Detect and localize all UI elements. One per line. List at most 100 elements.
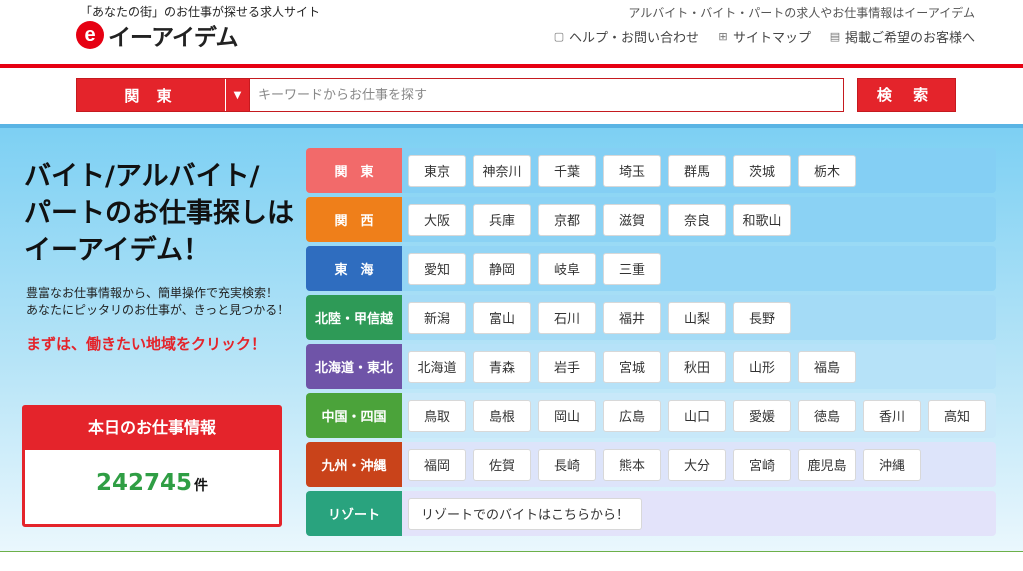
prefecture-button[interactable]: 宮城: [603, 350, 661, 383]
prefecture-button[interactable]: 福岡: [408, 448, 466, 481]
prefecture-button[interactable]: 広島: [603, 399, 661, 432]
prefecture-button[interactable]: 福井: [603, 301, 661, 334]
region-button[interactable]: 北陸・甲信越: [306, 295, 402, 340]
prefecture-button[interactable]: 島根: [473, 399, 531, 432]
site-header: 「あなたの街」のお仕事が探せる求人サイト e イーアイデム アルバイト・バイト・…: [0, 0, 1023, 64]
prefecture-button[interactable]: 秋田: [668, 350, 726, 383]
bottom-strip: [0, 551, 1023, 571]
prefecture-button[interactable]: 滋賀: [603, 203, 661, 236]
prefecture-button[interactable]: 宮崎: [733, 448, 791, 481]
prefecture-button[interactable]: 福島: [798, 350, 856, 383]
prefecture-button[interactable]: 長崎: [538, 448, 596, 481]
region-select-label: 関 東: [124, 86, 178, 105]
prefecture-button[interactable]: 佐賀: [473, 448, 531, 481]
prefecture-list: 福岡 佐賀 長崎 熊本 大分 宮崎 鹿児島 沖縄: [402, 448, 921, 481]
prefecture-button[interactable]: 鳥取: [408, 399, 466, 432]
search-button[interactable]: 検 索: [857, 78, 956, 112]
prefecture-button[interactable]: 栃木: [798, 154, 856, 187]
hero-title-line: パートのお仕事探しは: [24, 198, 294, 229]
prefecture-button[interactable]: 岡山: [538, 399, 596, 432]
prefecture-button[interactable]: 奈良: [668, 203, 726, 236]
hero-title-line: イーアイデム！: [24, 235, 211, 266]
prefecture-button[interactable]: 富山: [473, 301, 531, 334]
prefecture-button[interactable]: 神奈川: [473, 154, 531, 187]
prefecture-button[interactable]: 茨城: [733, 154, 791, 187]
prefecture-list: リゾートでのバイトはこちらから！: [402, 497, 643, 530]
hero-desc-line: 豊富なお仕事情報から、簡単操作で充実検索！: [26, 286, 279, 300]
help-icon: ▢: [553, 29, 565, 43]
prefecture-button[interactable]: 東京: [408, 154, 466, 187]
prefecture-button[interactable]: 和歌山: [733, 203, 791, 236]
prefecture-button[interactable]: 石川: [538, 301, 596, 334]
region-row: リゾート リゾートでのバイトはこちらから！: [306, 491, 996, 536]
prefecture-button[interactable]: 埼玉: [603, 154, 661, 187]
prefecture-button[interactable]: 北海道: [408, 350, 466, 383]
prefecture-button[interactable]: 兵庫: [473, 203, 531, 236]
prefecture-button[interactable]: 岐阜: [538, 252, 596, 285]
prefecture-button[interactable]: 沖縄: [863, 448, 921, 481]
advertiser-link[interactable]: ▤ 掲載ご希望のお客様へ: [829, 27, 975, 46]
sitemap-link[interactable]: ⊞ サイトマップ: [717, 27, 811, 46]
today-jobs-unit: 件: [194, 478, 209, 494]
region-button[interactable]: 東 海: [306, 246, 402, 291]
prefecture-button[interactable]: 大分: [668, 448, 726, 481]
chevron-down-icon[interactable]: ▼: [225, 79, 249, 111]
region-select[interactable]: 関 東 ▼: [76, 78, 250, 112]
help-link-label: ヘルプ・お問い合わせ: [568, 31, 699, 46]
logo-text: イーアイデム: [108, 25, 238, 51]
prefecture-button[interactable]: 新潟: [408, 301, 466, 334]
prefecture-button[interactable]: 静岡: [473, 252, 531, 285]
prefecture-button[interactable]: 群馬: [668, 154, 726, 187]
prefecture-button[interactable]: 大阪: [408, 203, 466, 236]
region-row: 東 海愛知 静岡 岐阜 三重: [306, 246, 996, 291]
hero-title: バイト/アルバイト/ パートのお仕事探しは イーアイデム！: [24, 158, 294, 269]
region-row: 北海道・東北 北海道 青森 岩手 宮城 秋田 山形 福島: [306, 344, 996, 389]
region-row: 北陸・甲信越 新潟 富山 石川 福井 山梨 長野: [306, 295, 996, 340]
prefecture-button[interactable]: 高知: [928, 399, 986, 432]
region-button[interactable]: 関 東: [306, 148, 402, 193]
prefecture-list: 愛知 静岡 岐阜 三重: [402, 252, 661, 285]
help-link[interactable]: ▢ ヘルプ・お問い合わせ: [553, 27, 699, 46]
prefecture-button[interactable]: 山口: [668, 399, 726, 432]
prefecture-button[interactable]: 香川: [863, 399, 921, 432]
region-button[interactable]: 北海道・東北: [306, 344, 402, 389]
advertiser-link-label: 掲載ご希望のお客様へ: [844, 31, 975, 46]
hero-desc-line: あなたにピッタリのお仕事が、きっと見つかる！: [26, 303, 290, 317]
resort-link[interactable]: リゾートでのバイトはこちらから！: [408, 497, 643, 530]
prefecture-button[interactable]: 徳島: [798, 399, 856, 432]
prefecture-button[interactable]: 愛媛: [733, 399, 791, 432]
prefecture-list: 鳥取 島根 岡山 広島 山口 愛媛 徳島 香川 高知: [402, 399, 986, 432]
site-logo[interactable]: e イーアイデム: [76, 18, 238, 52]
prefecture-button[interactable]: 岩手: [538, 350, 596, 383]
logo-mark-icon: e: [76, 21, 104, 49]
region-button[interactable]: 関 西: [306, 197, 402, 242]
region-button[interactable]: 九州・沖縄: [306, 442, 402, 487]
prefecture-list: 大阪 兵庫 京都 滋賀 奈良 和歌山: [402, 203, 791, 236]
prefecture-button[interactable]: 青森: [473, 350, 531, 383]
prefecture-button[interactable]: 愛知: [408, 252, 466, 285]
keyword-search-input[interactable]: [250, 78, 844, 112]
prefecture-button[interactable]: 熊本: [603, 448, 661, 481]
search-bar: 関 東 ▼ 検 索: [0, 68, 1023, 124]
hero-title-line: バイト/アルバイト/: [24, 161, 260, 192]
prefecture-button[interactable]: 千葉: [538, 154, 596, 187]
region-row: 関 東東京 神奈川 千葉 埼玉 群馬 茨城 栃木: [306, 148, 996, 193]
region-button[interactable]: リゾート: [306, 491, 402, 536]
hero-description: 豊富なお仕事情報から、簡単操作で充実検索！ あなたにピッタリのお仕事が、きっと見…: [26, 285, 289, 319]
hero-cta: まずは、働きたい地域をクリック！: [26, 335, 267, 353]
prefecture-button[interactable]: 京都: [538, 203, 596, 236]
prefecture-button[interactable]: 山梨: [668, 301, 726, 334]
prefecture-list: 東京 神奈川 千葉 埼玉 群馬 茨城 栃木: [402, 154, 856, 187]
header-description: アルバイト・バイト・パートの求人やお仕事情報はイーアイデム: [628, 6, 975, 20]
today-jobs-box: 本日のお仕事情報 242745 件: [22, 405, 282, 527]
prefecture-button[interactable]: 三重: [603, 252, 661, 285]
prefecture-button[interactable]: 鹿児島: [798, 448, 856, 481]
prefecture-button[interactable]: 山形: [733, 350, 791, 383]
region-row: 関 西大阪 兵庫 京都 滋賀 奈良 和歌山: [306, 197, 996, 242]
sitemap-link-label: サイトマップ: [732, 31, 811, 46]
document-icon: ▤: [829, 29, 841, 43]
prefecture-button[interactable]: 長野: [733, 301, 791, 334]
region-button[interactable]: 中国・四国: [306, 393, 402, 438]
region-row: 中国・四国 鳥取 島根 岡山 広島 山口 愛媛 徳島 香川 高知: [306, 393, 996, 438]
main-area: バイト/アルバイト/ パートのお仕事探しは イーアイデム！ 豊富なお仕事情報から…: [0, 128, 1023, 551]
